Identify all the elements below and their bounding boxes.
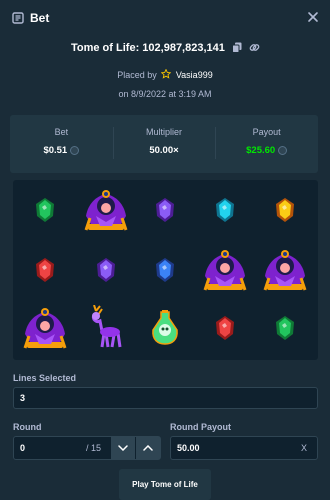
play-game-button[interactable]: Play Tome of Life [119,469,211,500]
bet-label: Bet [54,127,69,137]
vip-star-icon [160,68,172,79]
cyan-gem-symbol [214,197,236,228]
close-icon[interactable] [306,10,320,24]
payout-stat: Payout $25.60 [215,115,318,173]
purple-gem-symbol [154,197,176,228]
bet-id: 102,987,823,141 [142,42,225,54]
placed-by: Placed by Vasia999 [117,68,213,80]
deer-symbol [86,304,126,356]
currency-x-icon: X [300,443,307,453]
round-payout-value: 50.00 [177,443,200,453]
username[interactable]: Vasia999 [176,70,213,80]
green-gem-symbol [34,197,56,228]
currency-icon [70,146,80,155]
bet-amount: $0.51 [43,145,68,156]
sorceress-symbol [261,246,309,299]
bet-date: on 8/9/2022 at 3:19 AM [118,89,212,99]
skull-potion-symbol [150,310,180,351]
sorceress-symbol [201,246,249,299]
yellow-gem-symbol [274,197,296,228]
round-label: Round [13,422,42,432]
link-icon[interactable] [249,42,260,53]
reel-grid [13,180,318,360]
modal-title: Bet [30,11,50,25]
sorceress-symbol [21,304,69,357]
bet-slip-icon [12,12,24,24]
lines-label: Lines Selected [13,373,77,383]
round-input[interactable]: 0 / 15 [13,436,161,460]
multiplier-stat: Multiplier 50.00× [112,115,216,173]
round-value: 0 [20,443,26,453]
round-total: / 15 [86,443,102,453]
blue-gem-symbol [154,257,176,288]
bet-title: Tome of Life: 102,987,823,141 [0,42,330,54]
round-increment-button[interactable] [136,437,160,459]
bet-stats-panel: Bet $0.51 Multiplier 50.00× Payout $25.6… [10,115,318,173]
sorceress-symbol [82,186,130,239]
modal-header: Bet [0,0,330,36]
multiplier-value: 50.00× [149,145,179,156]
round-decrement-button[interactable] [111,437,135,459]
currency-icon [278,146,288,155]
copy-icon[interactable] [231,42,242,53]
multiplier-label: Multiplier [146,127,183,137]
game-name[interactable]: Tome of Life [71,42,136,54]
payout-amount: $25.60 [246,145,276,156]
lines-input[interactable]: 3 [13,387,318,409]
chevron-down-icon [118,445,128,451]
round-payout-label: Round Payout [170,422,231,432]
red-gem-symbol [34,257,56,288]
round-payout-field: 50.00 X [170,436,318,460]
payout-label: Payout [252,127,281,137]
green-gem-symbol [274,315,296,346]
chevron-up-icon [143,445,153,451]
purple-gem-symbol [95,257,117,288]
red-gem-symbol [214,315,236,346]
bet-stat: Bet $0.51 [10,115,113,173]
